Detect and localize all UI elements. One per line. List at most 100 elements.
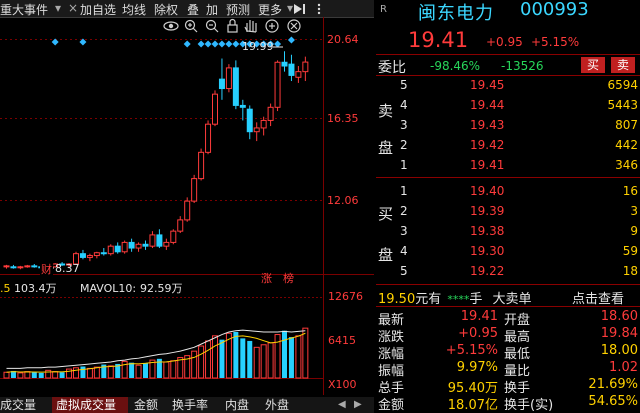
candle[interactable] [205, 120, 212, 155]
candle[interactable] [149, 231, 156, 249]
candle[interactable] [170, 229, 177, 245]
zoom-out-icon[interactable] [205, 19, 219, 33]
event-marker[interactable] [51, 38, 59, 46]
max-price-label: 19.99 [242, 40, 274, 53]
toolbar-item-overlay[interactable]: 叠 [187, 1, 199, 18]
ask-row[interactable]: 5 19.45 6594 [376, 76, 640, 94]
candle[interactable] [3, 264, 10, 269]
candle[interactable] [100, 248, 107, 256]
tab-volume[interactable]: 成交量 [0, 397, 48, 413]
ask-row[interactable]: 1 19.41 346 [376, 156, 640, 174]
big-order-hand: 手 [469, 292, 483, 307]
candle[interactable] [93, 251, 100, 259]
event-marker[interactable] [232, 40, 240, 48]
bid-row[interactable]: 2 19.39 3 [376, 202, 640, 220]
event-marker[interactable] [211, 40, 219, 48]
candle[interactable] [31, 263, 38, 268]
toolbar-item-ex-rights[interactable]: 除权 [154, 1, 178, 18]
event-marker[interactable] [204, 40, 212, 48]
bid-volume: 3 [630, 204, 638, 218]
ask-row[interactable]: 2 19.42 442 [376, 136, 640, 154]
candle[interactable] [302, 56, 309, 82]
big-order-price: 19.50 [378, 292, 416, 307]
bid-row[interactable]: 4 19.30 59 [376, 242, 640, 260]
candle[interactable] [107, 244, 114, 256]
candle[interactable] [114, 242, 121, 254]
ask-row[interactable]: 3 19.43 807 [376, 116, 640, 134]
candle[interactable] [232, 60, 239, 110]
tab-amount[interactable]: 金额 [134, 397, 158, 413]
candle[interactable] [121, 240, 128, 254]
hand-icon[interactable] [244, 20, 257, 33]
eye-icon[interactable] [163, 21, 179, 31]
candle[interactable] [17, 265, 24, 270]
event-marker[interactable] [274, 40, 282, 48]
tab-virtual-volume[interactable]: 虚拟成交量 [52, 397, 128, 413]
candle[interactable] [86, 253, 93, 262]
candle[interactable] [191, 174, 198, 204]
candle[interactable] [142, 240, 149, 250]
tab-outer[interactable]: 外盘 [265, 397, 289, 413]
finance-badge[interactable]: 财 [41, 262, 52, 276]
candle[interactable] [218, 58, 225, 100]
event-marker[interactable] [287, 36, 295, 44]
candle[interactable] [267, 103, 274, 127]
prev-tab-icon[interactable]: ◀ [338, 397, 346, 413]
buy-button[interactable]: 买 [581, 57, 605, 73]
candle[interactable] [128, 238, 135, 252]
candle[interactable] [135, 242, 142, 252]
add-icon[interactable] [265, 19, 279, 33]
event-marker[interactable] [225, 40, 233, 48]
bid-row[interactable]: 1 19.40 16 [376, 182, 640, 200]
candle[interactable] [274, 60, 281, 112]
limit-up-badge[interactable]: 涨 [261, 272, 272, 285]
ask-row[interactable]: 4 19.44 5443 [376, 96, 640, 114]
candle[interactable] [79, 249, 86, 260]
view-big-order-link[interactable]: 点击查看 [572, 288, 624, 307]
candle[interactable] [163, 238, 170, 250]
next-arrow-icon[interactable] [292, 3, 306, 15]
event-marker[interactable] [183, 40, 191, 48]
close-chart-icon[interactable] [287, 19, 301, 33]
more-options-icon[interactable] [314, 3, 324, 15]
event-marker[interactable] [218, 40, 226, 48]
candle[interactable] [24, 264, 31, 268]
volume-bar [302, 327, 309, 379]
price-axis-tick: 16.35 [327, 112, 359, 125]
candle[interactable] [253, 122, 260, 142]
candle[interactable] [288, 54, 295, 82]
ranking-badge[interactable]: 榜 [283, 271, 294, 285]
toolbar-item-more[interactable]: 更多 [258, 1, 282, 18]
bid-row[interactable]: 3 19.38 9 [376, 222, 640, 240]
bid-row[interactable]: 5 19.22 18 [376, 262, 640, 280]
next-tab-icon[interactable]: ▶ [354, 397, 362, 413]
candle[interactable] [225, 64, 232, 93]
toolbar-item-major-events[interactable]: 重大事件 [0, 1, 48, 18]
candle[interactable] [239, 99, 246, 121]
candle[interactable] [177, 216, 184, 234]
close-icon[interactable]: × [68, 1, 78, 15]
event-marker[interactable] [197, 40, 205, 48]
candle-body [281, 61, 288, 67]
candle[interactable] [295, 66, 302, 83]
kline-chart[interactable]: 20.64 16.35 12.06 19.99 8.37 财 涨 榜 .5 10… [0, 17, 374, 395]
candle[interactable] [212, 90, 218, 127]
zoom-in-icon[interactable] [184, 19, 198, 33]
candle[interactable] [156, 229, 163, 249]
toolbar-item-add-watchlist[interactable]: 加自选 [80, 1, 116, 18]
toolbar-item-moving-average[interactable]: 均线 [122, 1, 146, 18]
candle[interactable] [246, 105, 253, 140]
volume-bar [219, 339, 225, 378]
tab-turnover[interactable]: 换手率 [172, 397, 208, 413]
toolbar-item-forecast[interactable]: 预测 [226, 1, 250, 18]
candle[interactable] [198, 148, 205, 181]
candle[interactable] [184, 197, 191, 222]
candle[interactable] [260, 116, 267, 136]
tab-inner[interactable]: 内盘 [225, 397, 249, 413]
toolbar-dropdown-icon[interactable]: ▾ [55, 1, 61, 15]
lock-icon[interactable] [227, 18, 238, 33]
candle[interactable] [10, 264, 17, 269]
toolbar-item-add[interactable]: 加 [206, 1, 218, 18]
candle[interactable] [281, 51, 288, 72]
sell-button[interactable]: 卖 [611, 57, 635, 73]
